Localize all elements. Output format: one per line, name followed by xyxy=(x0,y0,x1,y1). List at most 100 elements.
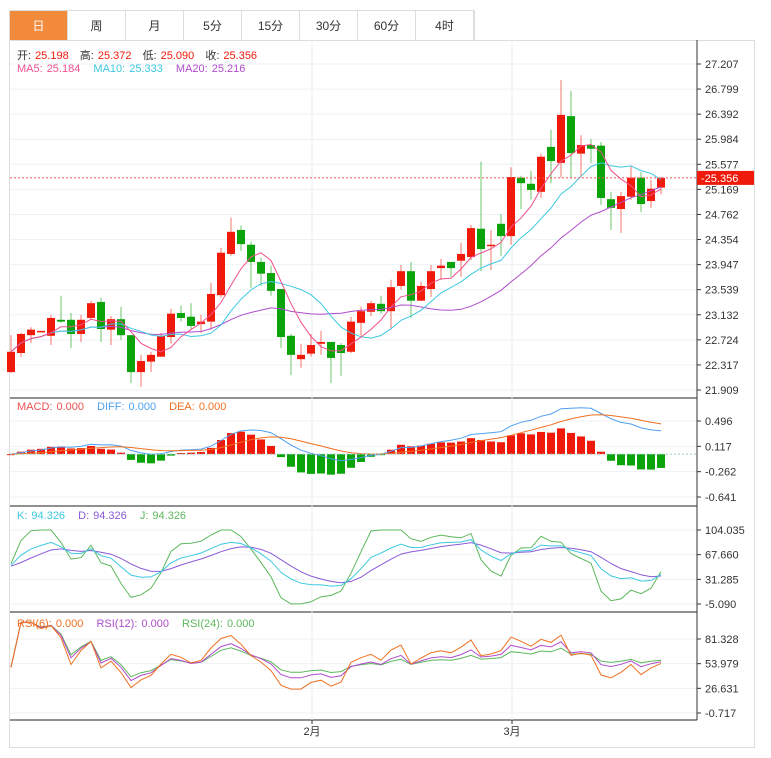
candle-down xyxy=(257,261,265,274)
high-value: 25.372 xyxy=(97,50,132,62)
high-label: 高: xyxy=(79,50,94,62)
price-tick-label: 22.724 xyxy=(705,335,739,347)
candle-up xyxy=(77,319,85,334)
price-tick-label: 21.909 xyxy=(705,385,739,397)
candle-up xyxy=(347,321,355,352)
low-value: 25.090 xyxy=(160,50,195,62)
open-value: 25.198 xyxy=(35,50,69,62)
rsi12-label: RSI(12): xyxy=(96,618,138,630)
candle-down xyxy=(277,289,285,338)
candle-down xyxy=(637,177,645,205)
candle-up xyxy=(307,345,315,354)
macd-bar xyxy=(657,454,665,468)
kdj-tick-label: -5.090 xyxy=(705,599,736,611)
kdj-tick-label: 31.285 xyxy=(705,574,739,586)
candle-up xyxy=(367,303,375,312)
macd-bar xyxy=(157,454,165,461)
macd-bar xyxy=(497,442,505,455)
rsi24-value: 0.000 xyxy=(226,618,255,630)
ma5-label: MA5: xyxy=(17,63,43,75)
kdj-tick-label: 104.035 xyxy=(705,525,745,537)
d-line xyxy=(10,542,662,584)
candle-up xyxy=(487,244,495,247)
macd-bar xyxy=(567,432,575,455)
macd-bar xyxy=(307,454,315,474)
macd-bar xyxy=(637,454,645,470)
rsi24-line xyxy=(10,621,662,678)
rsi-tick-label: 26.631 xyxy=(705,683,739,695)
k-label: K: xyxy=(17,510,28,522)
candle-down xyxy=(527,183,535,190)
candle-up xyxy=(157,335,165,357)
last-price-label: -25.356 xyxy=(701,173,738,185)
candle-up xyxy=(417,285,425,301)
rsi-tick-label: 81.328 xyxy=(705,634,739,646)
price-tick-label: 26.392 xyxy=(705,109,739,121)
x-axis-label: 2月 xyxy=(303,726,320,738)
macd-tick-label: 0.117 xyxy=(705,441,732,453)
macd-bar xyxy=(297,454,305,473)
candle-up xyxy=(537,156,545,192)
macd-bar xyxy=(287,454,295,467)
candle-down xyxy=(517,177,525,184)
candle-up xyxy=(27,329,35,336)
j-label: J: xyxy=(139,510,149,522)
macd-bar xyxy=(87,445,95,455)
kdj-tick-label: 67.660 xyxy=(705,550,739,562)
rsi6-label: RSI(6): xyxy=(17,618,52,630)
macd-bar xyxy=(137,454,145,463)
j-value: 94.326 xyxy=(152,510,187,522)
candle-down xyxy=(567,116,575,154)
macd-bar xyxy=(517,433,525,455)
close-value: 25.356 xyxy=(223,50,258,62)
candle-up xyxy=(457,253,465,261)
price-tick-label: 25.984 xyxy=(705,134,739,146)
macd-bar xyxy=(587,440,595,455)
macd-bar xyxy=(107,449,115,455)
macd-bar xyxy=(607,454,615,461)
macd-tick-label: -0.641 xyxy=(705,492,736,504)
candle-up xyxy=(437,265,445,269)
candle-up xyxy=(37,330,45,333)
price-tick-label: 26.799 xyxy=(705,84,739,96)
macd-bar xyxy=(267,445,275,455)
candle-up xyxy=(357,311,365,323)
macd-bar xyxy=(547,432,555,455)
x-axis-label: 3月 xyxy=(503,726,520,738)
candle-up xyxy=(137,361,145,373)
ma-legend: MA5: 25.184 MA10: 25.333 MA20: 25.216 xyxy=(17,63,249,75)
candle-down xyxy=(187,316,195,326)
price-tick-label: 25.577 xyxy=(705,159,739,171)
rsi-tick-label: 53.979 xyxy=(705,659,739,671)
price-tick-label: 27.207 xyxy=(705,59,739,71)
rsi12-value: 0.000 xyxy=(141,618,169,630)
d-value: 94.326 xyxy=(93,510,127,522)
macd-bar xyxy=(147,454,155,464)
macd-bar xyxy=(527,434,535,455)
candle-down xyxy=(127,335,135,373)
rsi24-label: RSI(24): xyxy=(182,618,223,630)
macd-label: MACD: xyxy=(17,401,53,413)
macd-bar xyxy=(447,442,455,455)
candle-down xyxy=(547,146,555,162)
candle-down xyxy=(377,303,385,312)
candle-down xyxy=(97,301,105,330)
kline-chart[interactable]: 27.207 26.799 26.392 25.984 25.577 25.169 24.7… xyxy=(0,0,771,758)
macd-bar xyxy=(617,454,625,466)
candle-up xyxy=(557,114,565,163)
candle-down xyxy=(287,335,295,355)
candle-up xyxy=(227,231,235,254)
dea-label: DEA: xyxy=(169,401,195,413)
macd-bar xyxy=(347,454,355,468)
macd-bar xyxy=(487,441,495,455)
price-tick-label: 24.354 xyxy=(705,235,739,247)
d-label: D: xyxy=(78,510,90,522)
macd-bar xyxy=(467,438,475,455)
candle-up xyxy=(397,271,405,286)
macd-bar xyxy=(537,431,545,455)
candle-up xyxy=(147,354,155,362)
candle-down xyxy=(447,261,455,269)
macd-bar xyxy=(647,454,655,470)
candle-down xyxy=(597,145,605,198)
candle-up xyxy=(627,177,635,197)
